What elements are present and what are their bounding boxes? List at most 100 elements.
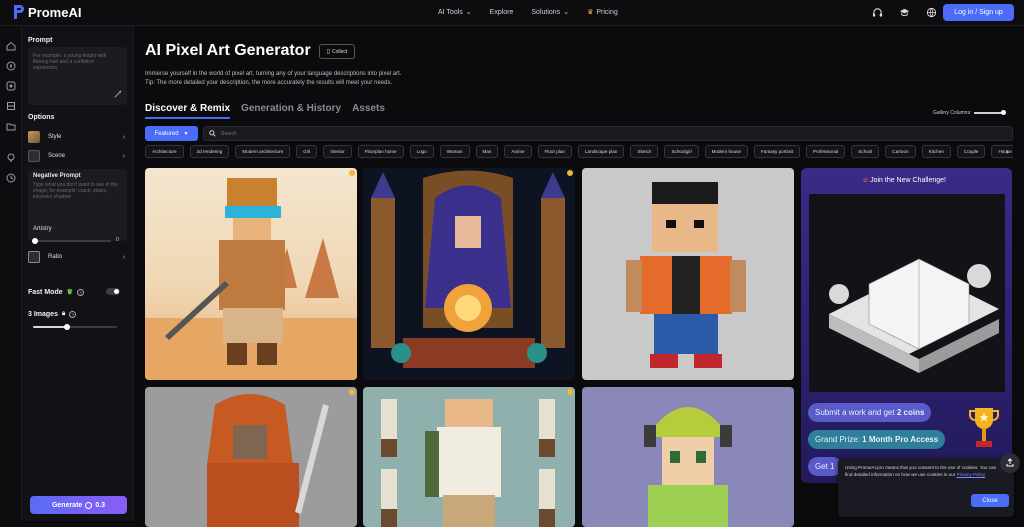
generate-button[interactable]: Generate 0.3 — [30, 496, 127, 514]
options-label: Options — [28, 114, 55, 121]
category-chip[interactable]: Modern architecture — [235, 145, 291, 158]
nav-solutions-label: Solutions — [531, 8, 561, 16]
help-icon[interactable]: ? — [76, 288, 84, 296]
nav-ai-tools[interactable]: AI Tools ⌄ — [438, 8, 472, 17]
category-chip[interactable]: Anime — [504, 145, 532, 158]
sort-dropdown[interactable]: Featured ▼ — [145, 126, 198, 141]
artistry-slider[interactable] — [32, 238, 111, 244]
category-chip[interactable]: Professional — [805, 145, 846, 158]
tab-assets[interactable]: Assets — [352, 103, 385, 119]
ratio-selector[interactable]: Ratio › — [28, 249, 127, 265]
images-count-slider-knob[interactable] — [63, 324, 70, 330]
gallery-columns-slider[interactable] — [974, 110, 1007, 115]
pixel-art-desert-explorer — [145, 178, 357, 380]
artistry-slider-knob[interactable] — [32, 238, 38, 244]
gallery-tabs: Discover & Remix Generation & History As… — [145, 103, 385, 119]
promo-extra-pill: Get 1 — [808, 457, 842, 476]
category-chip[interactable]: Logo — [409, 145, 434, 158]
tab-discover-remix[interactable]: Discover & Remix — [145, 103, 231, 119]
category-chip[interactable]: House floorplan — [991, 145, 1013, 158]
promo-reward-text: Submit a work and get — [815, 408, 895, 417]
graduation-cap-icon[interactable] — [899, 7, 910, 18]
generate-cost: 0.3 — [95, 501, 106, 509]
magic-wand-icon[interactable] — [114, 89, 123, 98]
gallery-card[interactable] — [363, 168, 575, 380]
category-chip[interactable]: Cartoon — [885, 145, 916, 158]
share-icon — [1006, 458, 1014, 467]
style-selector[interactable]: Style › — [28, 129, 127, 145]
layers-icon[interactable] — [6, 101, 16, 111]
pixel-art-hooded-swordsman — [207, 394, 329, 527]
prompt-input[interactable]: For example: a young knight with flowing… — [28, 47, 127, 105]
nav-pricing[interactable]: ♛ Pricing — [587, 8, 618, 17]
category-chip[interactable]: Girl — [296, 145, 318, 158]
scene-selector[interactable]: Scene › — [28, 148, 127, 164]
grid-icon[interactable] — [6, 81, 16, 91]
category-chips: Architecture 3d rendering Modern architect… — [145, 145, 1013, 159]
fast-mode-toggle[interactable] — [106, 288, 120, 295]
category-chip[interactable]: Couple — [956, 145, 986, 158]
description-line: Immerse yourself in the world of pixel a… — [145, 71, 402, 77]
logo[interactable]: PromeAI — [12, 4, 81, 20]
chevron-right-icon[interactable]: › — [1006, 147, 1009, 156]
category-chip[interactable]: Woman — [439, 145, 470, 158]
tab-generation-history[interactable]: Generation & History — [241, 103, 341, 119]
images-count-slider[interactable] — [33, 324, 117, 330]
category-chip[interactable]: School — [851, 145, 880, 158]
category-chip[interactable]: Architecture — [145, 145, 184, 158]
images-count-slider-fill — [33, 326, 67, 328]
scene-thumbnail — [28, 150, 40, 162]
category-chip[interactable]: Modern house — [704, 145, 748, 158]
lock-icon: 🔒︎ — [61, 311, 66, 317]
challenge-promo-card[interactable]: 🔥︎ Join the New Challenge! Submit a work… — [801, 168, 1012, 483]
search-input[interactable]: Search — [203, 126, 1013, 141]
gallery-card[interactable] — [145, 387, 357, 527]
globe-icon[interactable] — [926, 7, 937, 18]
gallery-columns-control: Gallery Columns: — [933, 110, 1007, 116]
promo-grand-prize-text: Grand Prize: — [815, 435, 860, 444]
home-icon[interactable] — [6, 41, 16, 51]
generate-label: Generate — [51, 501, 83, 509]
share-button[interactable] — [1000, 453, 1020, 473]
category-chip[interactable]: Schoolgirl — [664, 145, 699, 158]
promo-architecture-image — [809, 194, 1005, 392]
help-icon[interactable]: ? — [69, 311, 77, 318]
gallery-card[interactable] — [582, 387, 794, 527]
collect-button[interactable]: ▯ Collect — [319, 44, 355, 59]
cookie-close-button[interactable]: Close — [971, 494, 1009, 507]
gallery-card[interactable] — [145, 168, 357, 380]
bulb-icon[interactable] — [6, 153, 16, 163]
search-placeholder: Search — [221, 130, 237, 137]
login-signup-button[interactable]: Log in / Sign up — [943, 4, 1014, 21]
caret-down-icon: ▼ — [183, 130, 189, 137]
promo-reward-value: 2 coins — [896, 408, 925, 417]
category-chip[interactable]: Interior — [323, 145, 352, 158]
fast-mode-label: Fast Mode — [28, 288, 63, 296]
gallery-card[interactable] — [582, 168, 794, 380]
gallery-columns-label: Gallery Columns: — [933, 110, 972, 116]
fast-mode-row: Fast Mode ♕ ? — [28, 288, 84, 296]
featured-badge — [567, 170, 573, 176]
promo-title-text: Join the New Challenge! — [870, 177, 946, 184]
gallery-card[interactable] — [363, 387, 575, 527]
negative-prompt-placeholder: Type what you don't want to see in the i… — [33, 182, 118, 200]
category-chip[interactable]: Fantasy portrait — [754, 145, 800, 158]
category-chip[interactable]: Floor plan — [537, 145, 572, 158]
history-icon[interactable] — [6, 173, 16, 183]
nav-explore[interactable]: Explore — [490, 8, 514, 16]
category-chip[interactable]: Floorplan home — [357, 145, 404, 158]
category-chip[interactable]: Man — [475, 145, 499, 158]
folder-icon[interactable] — [6, 121, 16, 131]
compass-icon[interactable] — [6, 61, 16, 71]
nav-solutions[interactable]: Solutions ⌄ — [531, 8, 569, 17]
headset-icon[interactable] — [872, 7, 883, 18]
ratio-icon — [28, 251, 40, 263]
left-icon-rail — [0, 26, 22, 521]
privacy-policy-link[interactable]: Privacy Policy — [957, 472, 986, 477]
category-chip[interactable]: 3d rendering — [189, 145, 230, 158]
category-chip[interactable]: Landscape plan — [577, 145, 625, 158]
cookie-consent-banner: Using PromeAI.pro means that you consent… — [838, 459, 1014, 517]
category-chip[interactable]: Kitchen — [921, 145, 951, 158]
category-chip[interactable]: Sketch — [630, 145, 659, 158]
pixel-art-girl-helmet — [644, 407, 732, 527]
